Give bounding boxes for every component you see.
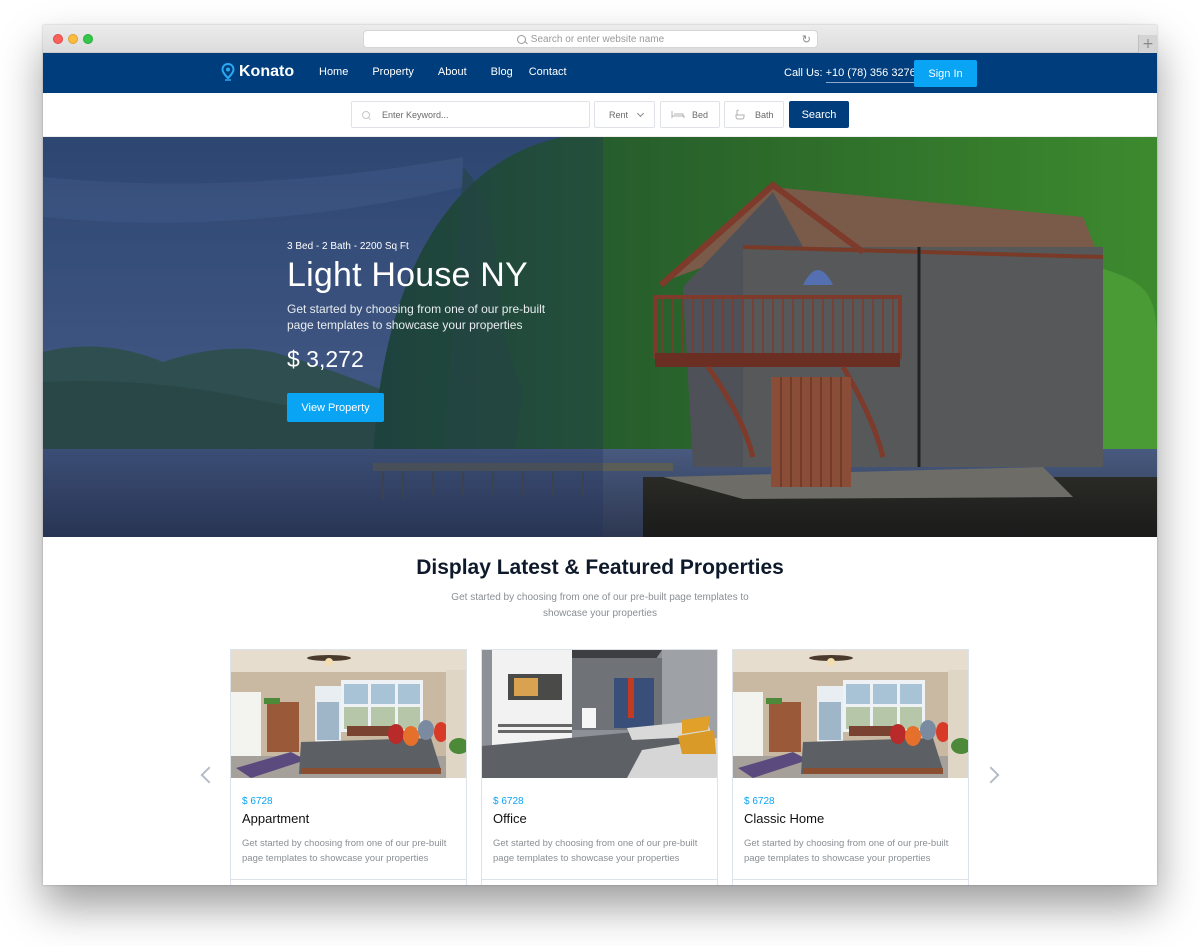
- view-property-button[interactable]: View Property: [287, 393, 384, 422]
- nav-contact[interactable]: Contact: [529, 66, 567, 78]
- search-button[interactable]: Search: [789, 101, 849, 128]
- card-price: $ 6728: [493, 796, 524, 807]
- close-window-button[interactable]: [53, 34, 63, 44]
- property-search-bar: Enter Keyword... Rent Bed Bath Search: [43, 93, 1157, 137]
- bathtub-icon: [735, 109, 745, 120]
- call-us: Call Us: +10 (78) 356 3276: [784, 67, 916, 83]
- carousel-prev-arrow-icon[interactable]: [200, 766, 218, 784]
- nav-blog[interactable]: Blog: [491, 66, 513, 78]
- card-title[interactable]: Classic Home: [744, 811, 824, 826]
- address-bar-placeholder: Search or enter website name: [530, 33, 665, 45]
- hero-title: Light House NY: [287, 256, 528, 294]
- nav-home[interactable]: Home: [319, 66, 348, 78]
- featured-properties-section: Display Latest & Featured Properties Get…: [43, 537, 1157, 885]
- card-divider: [482, 879, 717, 880]
- property-card[interactable]: $ 6728 Appartment Get started by choosin…: [230, 649, 467, 885]
- property-card[interactable]: $ 6728 Classic Home Get started by choos…: [732, 649, 969, 885]
- search-icon: [362, 110, 370, 119]
- hero-description: Get started by choosing from one of our …: [287, 302, 546, 332]
- card-title[interactable]: Appartment: [242, 811, 309, 826]
- card-title[interactable]: Office: [493, 811, 527, 826]
- brand-name: Konato: [239, 63, 295, 80]
- type-select[interactable]: Rent: [594, 101, 655, 128]
- address-bar[interactable]: Search or enter website name ↻: [363, 30, 818, 48]
- keyword-input[interactable]: Enter Keyword...: [351, 101, 590, 128]
- card-price: $ 6728: [744, 796, 775, 807]
- card-description: Get started by choosing from one of our …: [242, 838, 447, 864]
- bedroom-photo: [231, 650, 466, 778]
- card-divider: [733, 879, 968, 880]
- sign-in-button[interactable]: Sign In: [914, 60, 977, 87]
- nav-property[interactable]: Property: [372, 66, 414, 78]
- call-us-label: Call Us:: [784, 67, 823, 79]
- card-description: Get started by choosing from one of our …: [493, 838, 698, 864]
- card-price: $ 6728: [242, 796, 273, 807]
- main-nav: Home Property About Blog Contact: [319, 66, 567, 78]
- logo[interactable]: Konato: [221, 63, 294, 81]
- bed-select[interactable]: Bed: [660, 101, 720, 128]
- phone-number-link[interactable]: +10 (78) 356 3276: [825, 67, 916, 83]
- hero-content: 3 Bed - 2 Bath - 2200 Sq Ft Light House …: [287, 241, 567, 422]
- property-meta: 3 Bed - 2 Bath - 2200 Sq Ft: [287, 241, 409, 252]
- type-selected-value: Rent: [609, 109, 629, 120]
- bath-label: Bath: [755, 109, 774, 120]
- bath-select[interactable]: Bath: [724, 101, 784, 128]
- section-subtitle: Get started by choosing from one of our …: [451, 592, 749, 619]
- property-card[interactable]: $ 6728 Office Get started by choosing fr…: [481, 649, 718, 885]
- maximize-window-button[interactable]: [83, 34, 93, 44]
- card-divider: [231, 879, 466, 880]
- keyword-placeholder: Enter Keyword...: [382, 109, 449, 120]
- reload-icon[interactable]: ↻: [802, 33, 811, 46]
- bed-icon: [671, 111, 685, 118]
- nav-about[interactable]: About: [438, 66, 467, 78]
- browser-toolbar: Search or enter website name ↻ +: [43, 25, 1157, 53]
- bed-label: Bed: [692, 109, 709, 120]
- modern-living-room-photo: [482, 650, 717, 778]
- bedroom-photo: [733, 650, 968, 778]
- section-title: Display Latest & Featured Properties: [416, 556, 784, 579]
- new-tab-button[interactable]: +: [1138, 35, 1157, 53]
- minimize-window-button[interactable]: [68, 34, 78, 44]
- site-header: Konato Home Property About Blog Contact …: [43, 53, 1157, 93]
- hero-background-image: [43, 137, 1157, 537]
- chevron-down-icon: [636, 109, 645, 117]
- hero-price: $ 3,272: [287, 346, 364, 372]
- search-icon: [516, 34, 526, 44]
- browser-window: Search or enter website name ↻ + Konato …: [43, 25, 1157, 885]
- carousel-next-arrow-icon[interactable]: [982, 766, 1000, 784]
- hero-banner: 3 Bed - 2 Bath - 2200 Sq Ft Light House …: [43, 137, 1157, 537]
- map-pin-icon: [221, 63, 235, 81]
- card-description: Get started by choosing from one of our …: [744, 838, 949, 864]
